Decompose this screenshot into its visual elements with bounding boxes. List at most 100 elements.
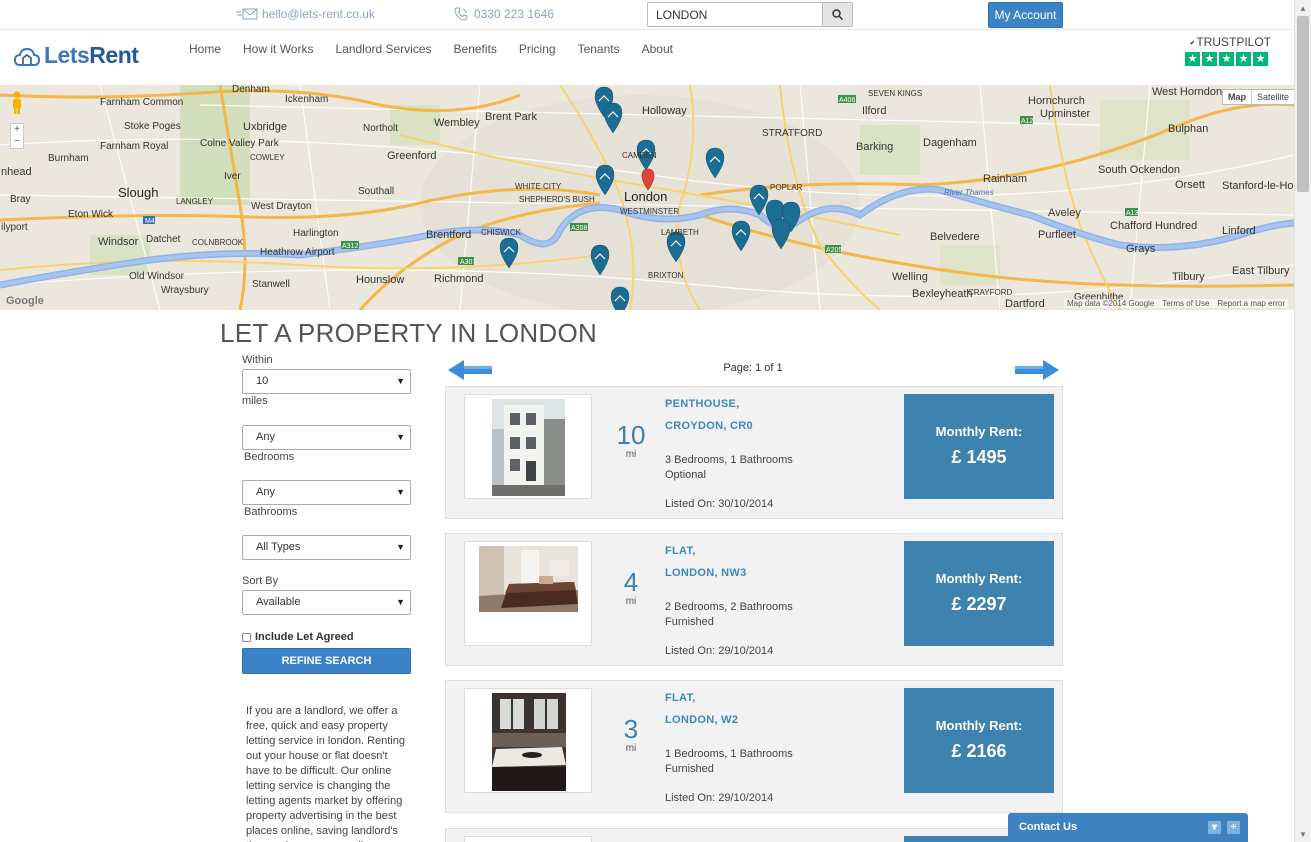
monthly-rent-box[interactable]: Monthly Rent: £ 2297	[904, 541, 1054, 646]
search-icon	[832, 9, 844, 20]
nav-benefits[interactable]: Benefits	[454, 42, 497, 56]
my-account-button[interactable]: My Account	[988, 2, 1063, 28]
property-type-link[interactable]: FLAT,	[665, 545, 696, 557]
listing-card[interactable]	[445, 828, 1063, 842]
logo-rent: Rent	[89, 42, 139, 68]
scrollbar-thumb[interactable]	[1297, 16, 1309, 192]
distance-unit: mi	[625, 449, 637, 460]
sort-label: Sort By	[242, 575, 279, 587]
map-label: Harlington	[293, 228, 339, 239]
page-title: LET A PROPERTY IN LONDON	[220, 318, 598, 348]
map-terms-link[interactable]: Terms of Use	[1162, 299, 1209, 308]
email-link[interactable]: hello@lets-rent.co.uk	[236, 7, 375, 21]
trustpilot-stars: ★ ★ ★ ★ ★	[1185, 52, 1271, 66]
map-label: Barking	[856, 141, 894, 153]
logo-lets: Lets	[44, 42, 90, 68]
star-icon: ★	[1185, 52, 1200, 66]
nav-landlord-services[interactable]: Landlord Services	[335, 42, 431, 56]
nav-tenants[interactable]: Tenants	[578, 42, 620, 56]
map-label: Greenford	[387, 150, 437, 162]
map-report-link[interactable]: Report a map error	[1217, 299, 1285, 308]
property-photo[interactable]	[464, 688, 592, 793]
map-label: SHEPHERD'S BUSH	[519, 195, 595, 204]
map-label: Southall	[358, 186, 395, 197]
next-page-button[interactable]	[1013, 357, 1061, 388]
map-label: Windsor	[98, 236, 139, 248]
property-furnishing: Optional	[665, 469, 706, 481]
property-location-link[interactable]: LONDON, NW3	[665, 567, 747, 579]
street-view-pegman-icon[interactable]	[9, 91, 25, 115]
scroll-up-icon[interactable]: ▲	[1299, 4, 1307, 13]
contact-us-widget[interactable]: Contact Us ▾ +	[1008, 813, 1248, 842]
nav-how-it-works[interactable]: How it Works	[243, 42, 313, 56]
map-label: Ickenham	[285, 94, 329, 105]
search-input[interactable]	[647, 2, 823, 27]
page-scrollbar[interactable]: ▲ ▼	[1294, 0, 1311, 842]
svg-text:A312: A312	[342, 243, 358, 250]
property-map[interactable]: M4 A312 A307 A205 A13 A12 A406 A308 + − …	[0, 85, 1294, 310]
listing-card[interactable]: 10 mi PENTHOUSE, CROYDON, CR0 3 Bedrooms…	[445, 386, 1063, 519]
property-location-link[interactable]: CROYDON, CR0	[665, 420, 753, 432]
property-type-select[interactable]: All Types ▼	[242, 535, 411, 560]
map-label: CHISWICK	[481, 228, 521, 237]
map-zoom-control[interactable]: + −	[10, 123, 24, 149]
monthly-rent-box[interactable]: Monthly Rent: £ 1495	[904, 394, 1054, 499]
bathrooms-select[interactable]: Any ▼	[242, 480, 411, 505]
zoom-out-icon[interactable]: −	[11, 136, 23, 148]
nav-pricing[interactable]: Pricing	[519, 42, 556, 56]
monthly-rent-box[interactable]: Monthly Rent: £ 2166	[904, 688, 1054, 793]
map-label: Welling	[892, 271, 928, 283]
property-type-link[interactable]: FLAT,	[665, 692, 696, 704]
minimize-icon[interactable]: ▾	[1208, 821, 1221, 834]
property-location-link[interactable]: LONDON, W2	[665, 714, 738, 726]
search-button[interactable]	[822, 2, 853, 27]
map-label: Brentford	[426, 229, 472, 241]
nav-about[interactable]: About	[642, 42, 673, 56]
let-agreed-checkbox[interactable]	[242, 632, 251, 642]
property-photo[interactable]	[464, 541, 592, 646]
bedrooms-select[interactable]: Any ▼	[242, 425, 411, 450]
prev-page-button[interactable]	[446, 357, 494, 388]
within-select[interactable]: 10 ▼	[242, 369, 411, 394]
rent-value: £ 2297	[951, 594, 1007, 614]
map-label: Stoke Poges	[124, 121, 181, 132]
map-label: CRAYFORD	[968, 288, 1013, 297]
logo[interactable]: LetsRent	[14, 42, 139, 69]
map-label: POPLAR	[770, 183, 803, 192]
let-agreed-toggle[interactable]: Include Let Agreed	[242, 631, 354, 643]
map-label: Tilbury	[1172, 271, 1205, 283]
rent-value: £ 2166	[951, 741, 1007, 761]
map-label: Richmond	[434, 273, 484, 285]
search-form	[647, 2, 853, 27]
map-label: Holloway	[642, 105, 687, 117]
trustpilot-badge[interactable]: TRUSTPILOT ★ ★ ★ ★ ★	[1185, 35, 1271, 66]
property-details: 1 Bedrooms, 1 Bathrooms Furnished	[665, 747, 793, 777]
phone-link[interactable]: 0330 223 1646	[454, 7, 554, 21]
map-label: Bray	[10, 194, 31, 205]
distance: 10 mi	[606, 421, 656, 460]
property-rooms: 1 Bedrooms, 1 Bathrooms	[665, 748, 793, 760]
trustpilot-name: TRUSTPILOT	[1190, 35, 1271, 49]
zoom-in-icon[interactable]: +	[11, 124, 23, 136]
expand-icon[interactable]: +	[1227, 821, 1240, 834]
scroll-down-icon[interactable]: ▼	[1299, 830, 1307, 839]
star-icon: ★	[1236, 52, 1251, 66]
arrow-left-icon	[448, 360, 492, 380]
listed-date: Listed On: 30/10/2014	[665, 498, 774, 510]
nav-home[interactable]: Home	[189, 42, 221, 56]
property-type-link[interactable]: PENTHOUSE,	[665, 398, 740, 410]
map-type-satellite[interactable]: Satellite	[1252, 90, 1294, 104]
property-photo[interactable]	[464, 836, 592, 842]
listing-card[interactable]: 3 mi FLAT, LONDON, W2 1 Bedrooms, 1 Bath…	[445, 680, 1063, 813]
property-photo[interactable]	[464, 394, 592, 499]
distance: 3 mi	[606, 715, 656, 754]
map-label: SEVEN KINGS	[868, 89, 923, 98]
rent-label: Monthly Rent:	[935, 424, 1023, 439]
map-label: West Drayton	[251, 201, 312, 212]
listing-card[interactable]: 4 mi FLAT, LONDON, NW3 2 Bedrooms, 2 Bat…	[445, 533, 1063, 666]
sort-select[interactable]: Available ▼	[242, 590, 411, 615]
map-type-map[interactable]: Map	[1223, 90, 1252, 104]
refine-search-button[interactable]: REFINE SEARCH	[242, 648, 411, 674]
envelope-icon	[236, 8, 258, 20]
map-label: LAMBETH	[661, 228, 699, 237]
